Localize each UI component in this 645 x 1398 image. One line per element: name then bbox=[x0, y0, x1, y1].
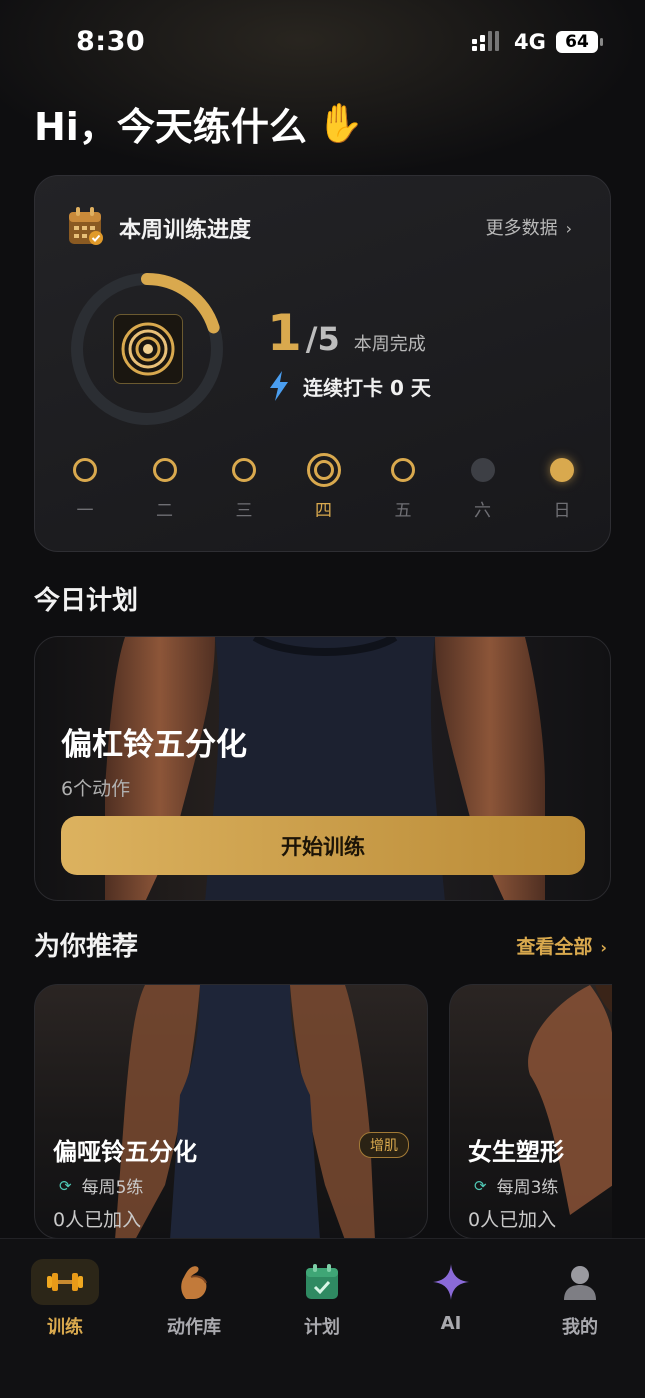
repeat-icon: ⟳ bbox=[474, 1176, 487, 1195]
tab-training[interactable]: 训练 bbox=[15, 1259, 115, 1339]
battery-tip bbox=[600, 38, 603, 46]
greeting-text: Hi，今天练什么 bbox=[34, 105, 307, 149]
weekday-label: 五 bbox=[394, 501, 412, 521]
recommend-card[interactable]: 偏哑铃五分化 增肌 ⟳ 每周5练 0人已加入 bbox=[34, 984, 428, 1239]
weekday-label: 六 bbox=[474, 501, 491, 521]
battery-icon: 64 bbox=[556, 31, 598, 53]
tab-label: AI bbox=[440, 1313, 462, 1334]
category-badge: 增肌 bbox=[359, 1132, 409, 1158]
joined-count: 0人已加入 bbox=[468, 1209, 557, 1231]
total-count: /5 bbox=[305, 320, 340, 358]
view-all-label: 查看全部 bbox=[516, 936, 593, 958]
lightning-icon bbox=[270, 371, 288, 401]
view-all-link[interactable]: 查看全部 › bbox=[516, 932, 607, 959]
weekday-label: 二 bbox=[156, 501, 173, 521]
signal-icon bbox=[472, 31, 499, 51]
weekday-item: 二 bbox=[133, 458, 197, 521]
calendar-icon bbox=[69, 207, 103, 245]
weekday-status-dot bbox=[232, 458, 256, 482]
chevron-right-icon: › bbox=[565, 219, 572, 238]
done-label: 本周完成 bbox=[353, 334, 426, 355]
weekday-item: 三 bbox=[212, 458, 276, 521]
tab-label: 计划 bbox=[304, 1317, 340, 1338]
more-data-label: 更多数据 bbox=[485, 218, 558, 239]
chevron-right-icon: › bbox=[600, 938, 607, 957]
streak-row: 连续打卡 0 天 bbox=[267, 371, 431, 401]
frequency-row: ⟳ 每周3练 bbox=[474, 1173, 559, 1199]
more-data-link[interactable]: 更多数据 › bbox=[486, 214, 572, 240]
bottom-tab-bar: 训练 动作库 计划 AI 我的 bbox=[0, 1238, 645, 1398]
tab-exercise-library[interactable]: 动作库 bbox=[144, 1259, 244, 1339]
plan-exercise-count: 6个动作 bbox=[61, 778, 131, 800]
tab-ai[interactable]: AI bbox=[401, 1259, 501, 1334]
progress-title: 本周训练进度 bbox=[119, 218, 252, 243]
tab-label: 动作库 bbox=[167, 1317, 221, 1338]
weekday-label: 三 bbox=[235, 501, 253, 521]
streak-text: 连续打卡 0 天 bbox=[303, 375, 431, 400]
today-plan-heading: 今日计划 bbox=[34, 586, 139, 616]
greeting: Hi，今天练什么 ✋ bbox=[34, 96, 364, 151]
weekday-label: 四 bbox=[315, 501, 332, 521]
user-icon bbox=[546, 1259, 614, 1305]
dumbbell-icon bbox=[31, 1259, 99, 1305]
frequency-row: ⟳ 每周5练 bbox=[59, 1173, 144, 1199]
target-medal-icon bbox=[113, 314, 183, 384]
tab-plan[interactable]: 计划 bbox=[272, 1259, 372, 1339]
weekday-status-dot bbox=[550, 458, 574, 482]
frequency-text: 每周3练 bbox=[496, 1178, 559, 1198]
frequency-text: 每周5练 bbox=[81, 1178, 144, 1198]
recommend-card-title: 偏哑铃五分化 bbox=[53, 1138, 197, 1166]
calendar-check-icon bbox=[288, 1259, 356, 1305]
recommend-card-title: 女生塑形 bbox=[468, 1138, 564, 1166]
weekday-item: 日 bbox=[530, 458, 594, 521]
today-plan-card[interactable]: 偏杠铃五分化 6个动作 开始训练 bbox=[34, 636, 611, 901]
weekday-status-dot bbox=[306, 453, 341, 487]
start-training-button[interactable]: 开始训练 bbox=[61, 816, 585, 875]
recommend-card[interactable]: 女生塑形 ⟳ 每周3练 0人已加入 bbox=[449, 984, 612, 1239]
weekday-label: 一 bbox=[76, 501, 94, 521]
done-count: 1 bbox=[267, 304, 302, 362]
status-time: 8:30 bbox=[76, 26, 146, 57]
recommend-heading: 为你推荐 bbox=[34, 932, 139, 962]
network-label: 4G bbox=[514, 30, 546, 54]
status-bar: 8:30 4G 64 bbox=[0, 0, 645, 88]
sparkle-icon bbox=[417, 1259, 485, 1305]
athlete-photo bbox=[115, 985, 375, 1238]
weekday-item: 一 bbox=[53, 458, 117, 521]
waving-hand-icon: ✋ bbox=[316, 101, 365, 145]
plan-name: 偏杠铃五分化 bbox=[61, 727, 247, 763]
weekday-status-dot bbox=[73, 458, 97, 482]
weekday-status-dot bbox=[152, 458, 177, 482]
muscle-arm-icon bbox=[160, 1259, 228, 1305]
athlete-photo bbox=[528, 985, 612, 1215]
tab-label: 训练 bbox=[47, 1317, 83, 1338]
joined-count: 0人已加入 bbox=[53, 1209, 142, 1231]
weekday-item: 六 bbox=[451, 458, 515, 521]
weekday-row: 一二三四五六日 bbox=[53, 453, 594, 521]
weekday-status-dot bbox=[470, 458, 495, 482]
weekday-item: 四 bbox=[292, 453, 356, 521]
weekday-label: 日 bbox=[553, 501, 571, 521]
tab-me[interactable]: 我的 bbox=[530, 1259, 630, 1339]
weekly-progress-card: 本周训练进度 更多数据 › 1 /5 本周完成 连续打卡 0 天 一 二 三 四 五 六 日 bbox=[34, 175, 611, 552]
weekday-status-dot bbox=[391, 458, 415, 482]
weekday-item: 五 bbox=[371, 458, 435, 521]
repeat-icon: ⟳ bbox=[59, 1176, 72, 1195]
weekly-count: 1 /5 本周完成 bbox=[267, 304, 426, 362]
tab-label: 我的 bbox=[562, 1317, 598, 1338]
